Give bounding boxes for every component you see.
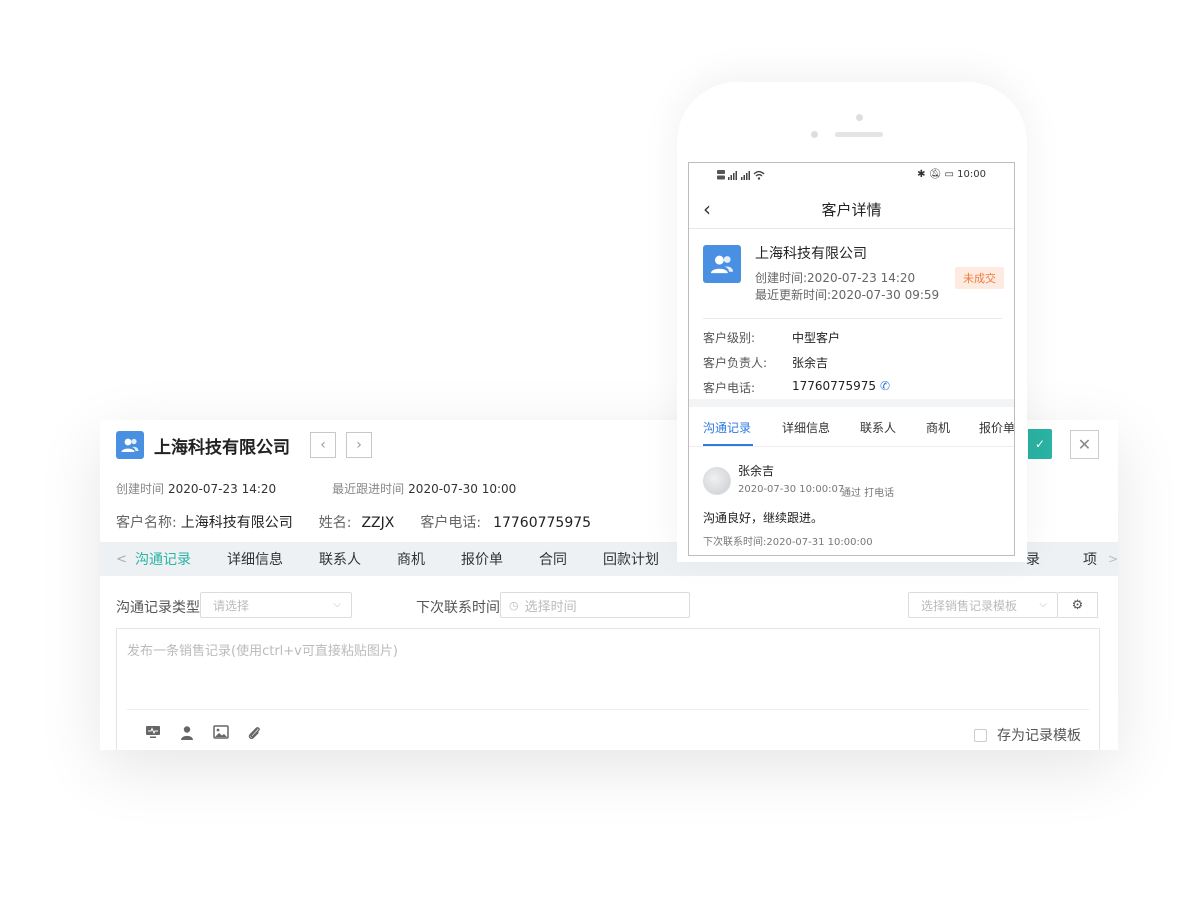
tab-projects-partial[interactable]: 项 bbox=[1083, 542, 1097, 576]
section-gap bbox=[689, 399, 1014, 407]
type-label: 沟通记录类型 bbox=[116, 600, 200, 616]
communication-record: 张余吉 2020-07-30 10:00:07 通过 打电话 沟通良好，继续跟进… bbox=[689, 447, 1014, 555]
prev-record-button[interactable]: ‹ bbox=[310, 432, 336, 458]
status-right: ✱ 🔕︎ ▭ 10:00 bbox=[917, 169, 986, 180]
page-title: 上海科技有限公司 bbox=[154, 437, 290, 458]
tab-opportunities[interactable]: 商机 bbox=[379, 549, 443, 569]
close-button[interactable]: ✕ bbox=[1070, 430, 1099, 459]
next-contact-label: 下次联系时间 bbox=[416, 600, 500, 616]
user-icon[interactable] bbox=[179, 725, 213, 745]
meta-row: 创建时间 2020-07-23 14:20 最近跟进时间 2020-07-30 10… bbox=[116, 480, 572, 497]
chevron-left-icon[interactable]: < bbox=[100, 552, 135, 567]
m-tab-contacts[interactable]: 联系人 bbox=[860, 419, 896, 436]
close-icon: ✕ bbox=[1077, 435, 1092, 454]
customer-phone: 客户电话: 17760775975 bbox=[420, 515, 592, 531]
tab-payment-plan[interactable]: 回款计划 bbox=[585, 549, 677, 569]
tab-contacts[interactable]: 联系人 bbox=[301, 549, 379, 569]
avatar bbox=[703, 467, 731, 495]
divider bbox=[703, 318, 1002, 319]
signal-icon bbox=[717, 170, 765, 180]
mobile-tab-bar: 沟通记录 详细信息 联系人 商机 报价单 bbox=[689, 407, 1014, 447]
editor-placeholder: 发布一条销售记录(使用ctrl+v可直接粘贴图片) bbox=[127, 644, 398, 659]
tab-contracts[interactable]: 合同 bbox=[521, 549, 585, 569]
record-time: 2020-07-30 10:00:07 bbox=[738, 484, 845, 495]
record-template-select[interactable]: 选择销售记录模板 ⌵ bbox=[908, 592, 1058, 618]
monitor-icon[interactable] bbox=[145, 725, 179, 745]
record-nav: ‹ › bbox=[310, 432, 372, 458]
image-icon[interactable] bbox=[213, 725, 247, 745]
chevron-left-icon: ‹ bbox=[320, 437, 326, 453]
bluetooth-icon: ✱ bbox=[917, 169, 926, 180]
record-author: 张余吉 bbox=[738, 464, 775, 478]
users-icon bbox=[121, 438, 139, 452]
gear-icon: ⚙ bbox=[1071, 597, 1084, 613]
record-form-row: 沟通记录类型 请选择 ⌵ 下次联系时间 ◷ 选择时间 选择销售记录模板 ⌵ ⚙ bbox=[116, 592, 1102, 620]
phone-speaker bbox=[835, 132, 883, 137]
company-avatar bbox=[116, 431, 144, 459]
tab-records-partial[interactable]: 录 bbox=[1026, 542, 1040, 576]
status-time: 10:00 bbox=[957, 169, 986, 180]
m-tab-opportunities[interactable]: 商机 bbox=[926, 419, 950, 436]
check-icon: ✓ bbox=[1034, 437, 1046, 451]
active-tab-indicator bbox=[703, 444, 753, 446]
mobile-updated-time: 最近更新时间:2020-07-30 09:59 bbox=[755, 288, 940, 302]
tab-details[interactable]: 详细信息 bbox=[209, 549, 301, 569]
confirm-button[interactable]: ✓ bbox=[1028, 429, 1052, 459]
m-tab-details[interactable]: 详细信息 bbox=[782, 419, 830, 436]
save-as-template[interactable]: 存为记录模板 bbox=[974, 725, 1081, 745]
editor-toolbar bbox=[145, 725, 281, 745]
chevron-right-icon[interactable]: > bbox=[1108, 542, 1118, 576]
m-tab-communication[interactable]: 沟通记录 bbox=[703, 419, 751, 436]
record-method: 通过 打电话 bbox=[841, 488, 895, 499]
next-contact-time-input[interactable]: ◷ 选择时间 bbox=[500, 592, 690, 618]
record-next-contact: 下次联系时间:2020-07-31 10:00:00 bbox=[703, 537, 873, 548]
status-bar: ✱ 🔕︎ ▭ 10:00 bbox=[689, 163, 1014, 189]
paperclip-icon[interactable] bbox=[247, 725, 281, 745]
status-badge: 未成交 bbox=[955, 267, 1004, 289]
company-avatar bbox=[703, 245, 741, 283]
tab-communication[interactable]: 沟通记录 bbox=[135, 549, 209, 569]
mobile-company-name: 上海科技有限公司 bbox=[755, 246, 867, 262]
phone-icon[interactable]: ✆ bbox=[880, 379, 890, 393]
chevron-down-icon: ⌵ bbox=[333, 599, 341, 610]
phone-camera bbox=[856, 114, 863, 121]
clock-icon: ◷ bbox=[509, 598, 519, 612]
phone-sensor bbox=[811, 131, 818, 138]
users-icon bbox=[710, 255, 734, 274]
mute-icon: 🔕︎ bbox=[928, 169, 942, 180]
record-editor[interactable]: 发布一条销售记录(使用ctrl+v可直接粘贴图片) 存为记录模板 bbox=[116, 628, 1100, 750]
chevron-down-icon: ⌵ bbox=[1039, 599, 1047, 610]
divider bbox=[127, 709, 1089, 710]
info-row: 客户名称: 上海科技有限公司 姓名: ZZJX 客户电话: 17760775975 bbox=[116, 512, 617, 532]
followup-time: 最近跟进时间 2020-07-30 10:00 bbox=[332, 482, 517, 496]
m-tab-quotes[interactable]: 报价单 bbox=[979, 419, 1014, 436]
field-owner: 客户负责人: 张余吉 bbox=[703, 356, 829, 370]
signal-indicators bbox=[717, 169, 779, 184]
contact-name: 姓名: ZZJX bbox=[318, 515, 395, 531]
field-level: 客户级别: 中型客户 bbox=[703, 331, 841, 345]
mobile-title: 客户详情 bbox=[821, 201, 882, 219]
created-time: 创建时间 2020-07-23 14:20 bbox=[116, 482, 277, 496]
record-type-select[interactable]: 请选择 ⌵ bbox=[200, 592, 352, 618]
panel-header: 上海科技有限公司 ‹ › bbox=[116, 430, 372, 460]
mobile-screen: ✱ 🔕︎ ▭ 10:00 ‹ 客户详情 上海科技有限公司 创建时间:2020-0… bbox=[688, 162, 1015, 556]
mobile-nav-bar: ‹ 客户详情 bbox=[689, 189, 1014, 229]
record-body: 沟通良好，继续跟进。 bbox=[703, 511, 824, 525]
customer-name: 客户名称: 上海科技有限公司 bbox=[116, 515, 293, 531]
next-record-button[interactable]: › bbox=[346, 432, 372, 458]
mobile-created-time: 创建时间:2020-07-23 14:20 bbox=[755, 271, 916, 285]
template-settings-button[interactable]: ⚙ bbox=[1058, 592, 1098, 618]
tab-quotes[interactable]: 报价单 bbox=[443, 549, 521, 569]
field-phone: 客户电话: 17760775975 ✆ bbox=[703, 379, 891, 395]
chevron-right-icon: › bbox=[356, 437, 362, 453]
battery-icon: ▭ bbox=[944, 169, 954, 180]
save-template-checkbox[interactable] bbox=[974, 728, 987, 742]
customer-card: 上海科技有限公司 创建时间:2020-07-23 14:20 最近更新时间:20… bbox=[689, 230, 1014, 320]
